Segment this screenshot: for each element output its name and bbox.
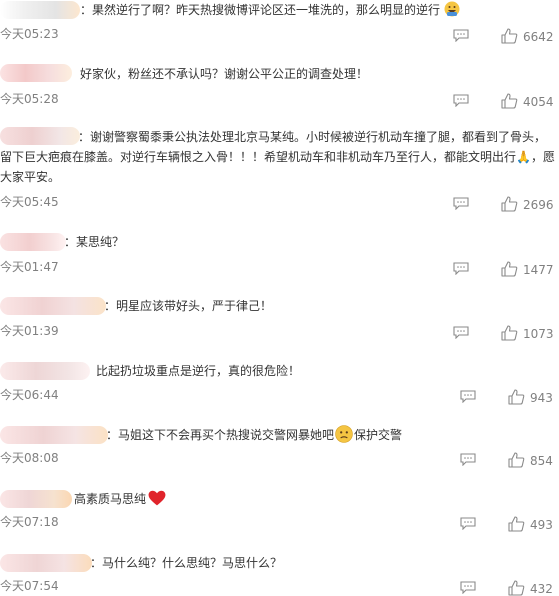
comment-text: ：马什么纯？什么思纯？马思什么？	[90, 556, 283, 570]
comment-reply-icon[interactable]	[460, 517, 476, 530]
comment-reply-icon[interactable]	[453, 94, 469, 107]
comment-time: 今天07:54	[0, 579, 59, 593]
comment-item: ：马什么纯？什么思纯？马思什么？ 今天07:54 432	[0, 538, 559, 596]
comment-time: 今天07:18	[0, 515, 59, 529]
comment-text: 比起扔垃圾重点是逆行，真的很危险！	[96, 364, 301, 378]
comment-text: ：谢谢警察蜀黍秉公执法处理北京马某纯。小时候被逆行机动车撞了腿，都看到了骨头，留…	[0, 130, 555, 184]
comment-time: 今天08:08	[0, 451, 59, 465]
comment-item: ：明星应该带好头，严于律己！ 今天01:39 1073	[0, 282, 559, 345]
comment-time: 今天05:28	[0, 92, 59, 106]
comment-reply-icon[interactable]	[460, 390, 476, 403]
like-count: 4054	[523, 95, 554, 109]
thumbs-up-icon[interactable]	[508, 452, 525, 468]
comment-text: 高素质马思纯	[74, 489, 274, 509]
comment-text: ：明星应该带好头，严于律己！	[104, 299, 273, 313]
comment-time: 今天05:45	[0, 195, 59, 209]
comment-reply-icon[interactable]	[460, 453, 476, 466]
blurred-username[interactable]	[0, 426, 108, 444]
comment-text: ：果然逆行了啊？昨天热搜微博评论区还一堆洗的，那么明显的逆行	[80, 0, 480, 20]
blurred-username[interactable]	[0, 490, 72, 508]
thumbs-up-icon[interactable]	[501, 28, 518, 44]
thumbs-up-icon[interactable]	[508, 516, 525, 532]
comment-item: ：谢谢警察蜀黍秉公执法处理北京马某纯。小时候被逆行机动车撞了腿，都看到了骨头，留…	[0, 117, 559, 220]
comment-time: 今天01:39	[0, 324, 59, 338]
thumbs-up-icon[interactable]	[508, 580, 525, 596]
comment-item: 高素质马思纯 今天07:18 493	[0, 474, 559, 538]
grinning-face-emoji	[444, 1, 460, 17]
blurred-username[interactable]	[0, 362, 90, 380]
thumbs-up-icon[interactable]	[501, 93, 518, 109]
comment-text: ：某思纯？	[64, 235, 125, 249]
like-count: 1073	[523, 327, 554, 341]
comment-text: 好家伙，粉丝还不承认吗？谢谢公平公正的调查处理！	[80, 67, 369, 81]
comment-item: ：马姐这下不会再买个热搜说交警网暴她吧 保护交警 今天08:08 854	[0, 411, 559, 474]
comment-item: ：某思纯？ 今天01:47 1477	[0, 220, 559, 282]
like-count: 1477	[523, 263, 554, 277]
comment-reply-icon[interactable]	[453, 326, 469, 339]
blurred-username[interactable]	[0, 1, 80, 19]
comment-item: 比起扔垃圾重点是逆行，真的很危险！ 今天06:44 943	[0, 345, 559, 411]
thumbs-up-icon[interactable]	[501, 325, 518, 341]
comment-item: ：果然逆行了啊？昨天热搜微博评论区还一堆洗的，那么明显的逆行 今天05:23 6…	[0, 0, 559, 55]
like-count: 432	[530, 582, 553, 596]
like-count: 493	[530, 518, 553, 532]
thumbs-up-icon[interactable]	[501, 196, 518, 212]
comment-item: 好家伙，粉丝还不承认吗？谢谢公平公正的调查处理！ 今天05:28 4054	[0, 55, 559, 117]
thumbs-up-icon[interactable]	[508, 389, 525, 405]
comment-reply-icon[interactable]	[453, 262, 469, 275]
comment-text: ：马姐这下不会再买个热搜说交警网暴她吧 保护交警	[106, 425, 426, 445]
comment-time: 今天05:23	[0, 27, 59, 41]
like-count: 6642	[523, 30, 554, 44]
thumbs-up-icon[interactable]	[501, 261, 518, 277]
comment-time: 今天01:47	[0, 260, 59, 274]
like-count: 2696	[523, 198, 554, 212]
like-count: 854	[530, 454, 553, 468]
comment-time: 今天06:44	[0, 388, 59, 402]
comment-reply-icon[interactable]	[453, 29, 469, 42]
blurred-username[interactable]	[0, 64, 72, 82]
blurred-username[interactable]	[0, 233, 66, 251]
red-heart-emoji	[148, 490, 166, 506]
blurred-username[interactable]	[0, 297, 106, 315]
comment-reply-icon[interactable]	[453, 197, 469, 210]
like-count: 943	[530, 391, 553, 405]
comment-reply-icon[interactable]	[460, 581, 476, 594]
blurred-username[interactable]	[0, 554, 92, 572]
worried-face-emoji	[335, 425, 353, 443]
